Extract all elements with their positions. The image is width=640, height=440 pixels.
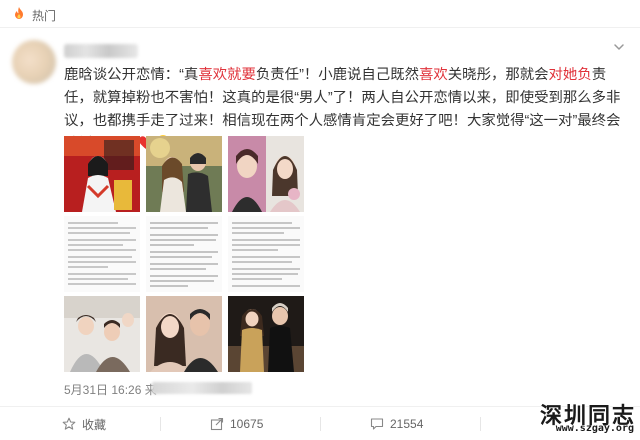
post-timestamp[interactable]: 5月31日 16:26 来	[64, 381, 157, 398]
keyword-link-1[interactable]: 喜欢就要	[198, 67, 256, 83]
star-icon	[62, 417, 76, 430]
keyword-link-2[interactable]: 喜欢	[419, 67, 448, 83]
photo-selfies[interactable]	[228, 136, 304, 212]
hot-tag-label[interactable]: 热门	[32, 7, 56, 24]
watermark-url: www.szgay.org	[555, 423, 634, 434]
weibo-card: 热门 鹿晗谈公开恋情：“真喜欢就要负责任”！小鹿说自己既然喜欢关晓彤，那就会对她…	[0, 0, 640, 440]
hot-tag-bar: 热门	[0, 0, 640, 28]
image-grid	[64, 136, 304, 372]
photo-group[interactable]	[64, 296, 140, 372]
post-text-segment-3: 关晓彤，那就会	[447, 67, 549, 83]
divider	[320, 417, 321, 431]
favorite-label: 收藏	[82, 417, 107, 432]
repost-count: 10675	[230, 417, 264, 431]
photo-couple[interactable]	[146, 136, 222, 212]
comment-button[interactable]: 21554	[370, 407, 423, 440]
photo-couple-event[interactable]	[228, 296, 304, 372]
repost-button[interactable]: 10675	[210, 407, 263, 440]
share-icon	[210, 417, 224, 431]
comment-icon	[370, 418, 384, 430]
source-blurred	[152, 382, 252, 394]
photo-couple-close[interactable]	[146, 296, 222, 372]
photo-article-2[interactable]	[146, 216, 222, 292]
comment-count: 21554	[390, 417, 424, 431]
site-watermark: 深圳同志 www.szgay.org	[524, 398, 636, 436]
photo-article-3[interactable]	[228, 216, 304, 292]
divider	[160, 417, 161, 431]
divider	[480, 417, 481, 431]
username-blurred[interactable]	[64, 44, 138, 58]
favorite-button[interactable]: 收藏	[62, 407, 106, 440]
avatar[interactable]	[12, 40, 56, 84]
photo-stage[interactable]	[64, 136, 140, 212]
photo-article-1[interactable]	[64, 216, 140, 292]
fire-icon	[15, 7, 23, 19]
post-text-segment-1: 鹿晗谈公开恋情：“真	[64, 67, 199, 83]
post-text-segment-2: 负责任”！小鹿说自己既然	[255, 67, 419, 83]
keyword-link-3[interactable]: 对她负	[549, 67, 592, 83]
chevron-down-icon[interactable]	[612, 40, 626, 54]
